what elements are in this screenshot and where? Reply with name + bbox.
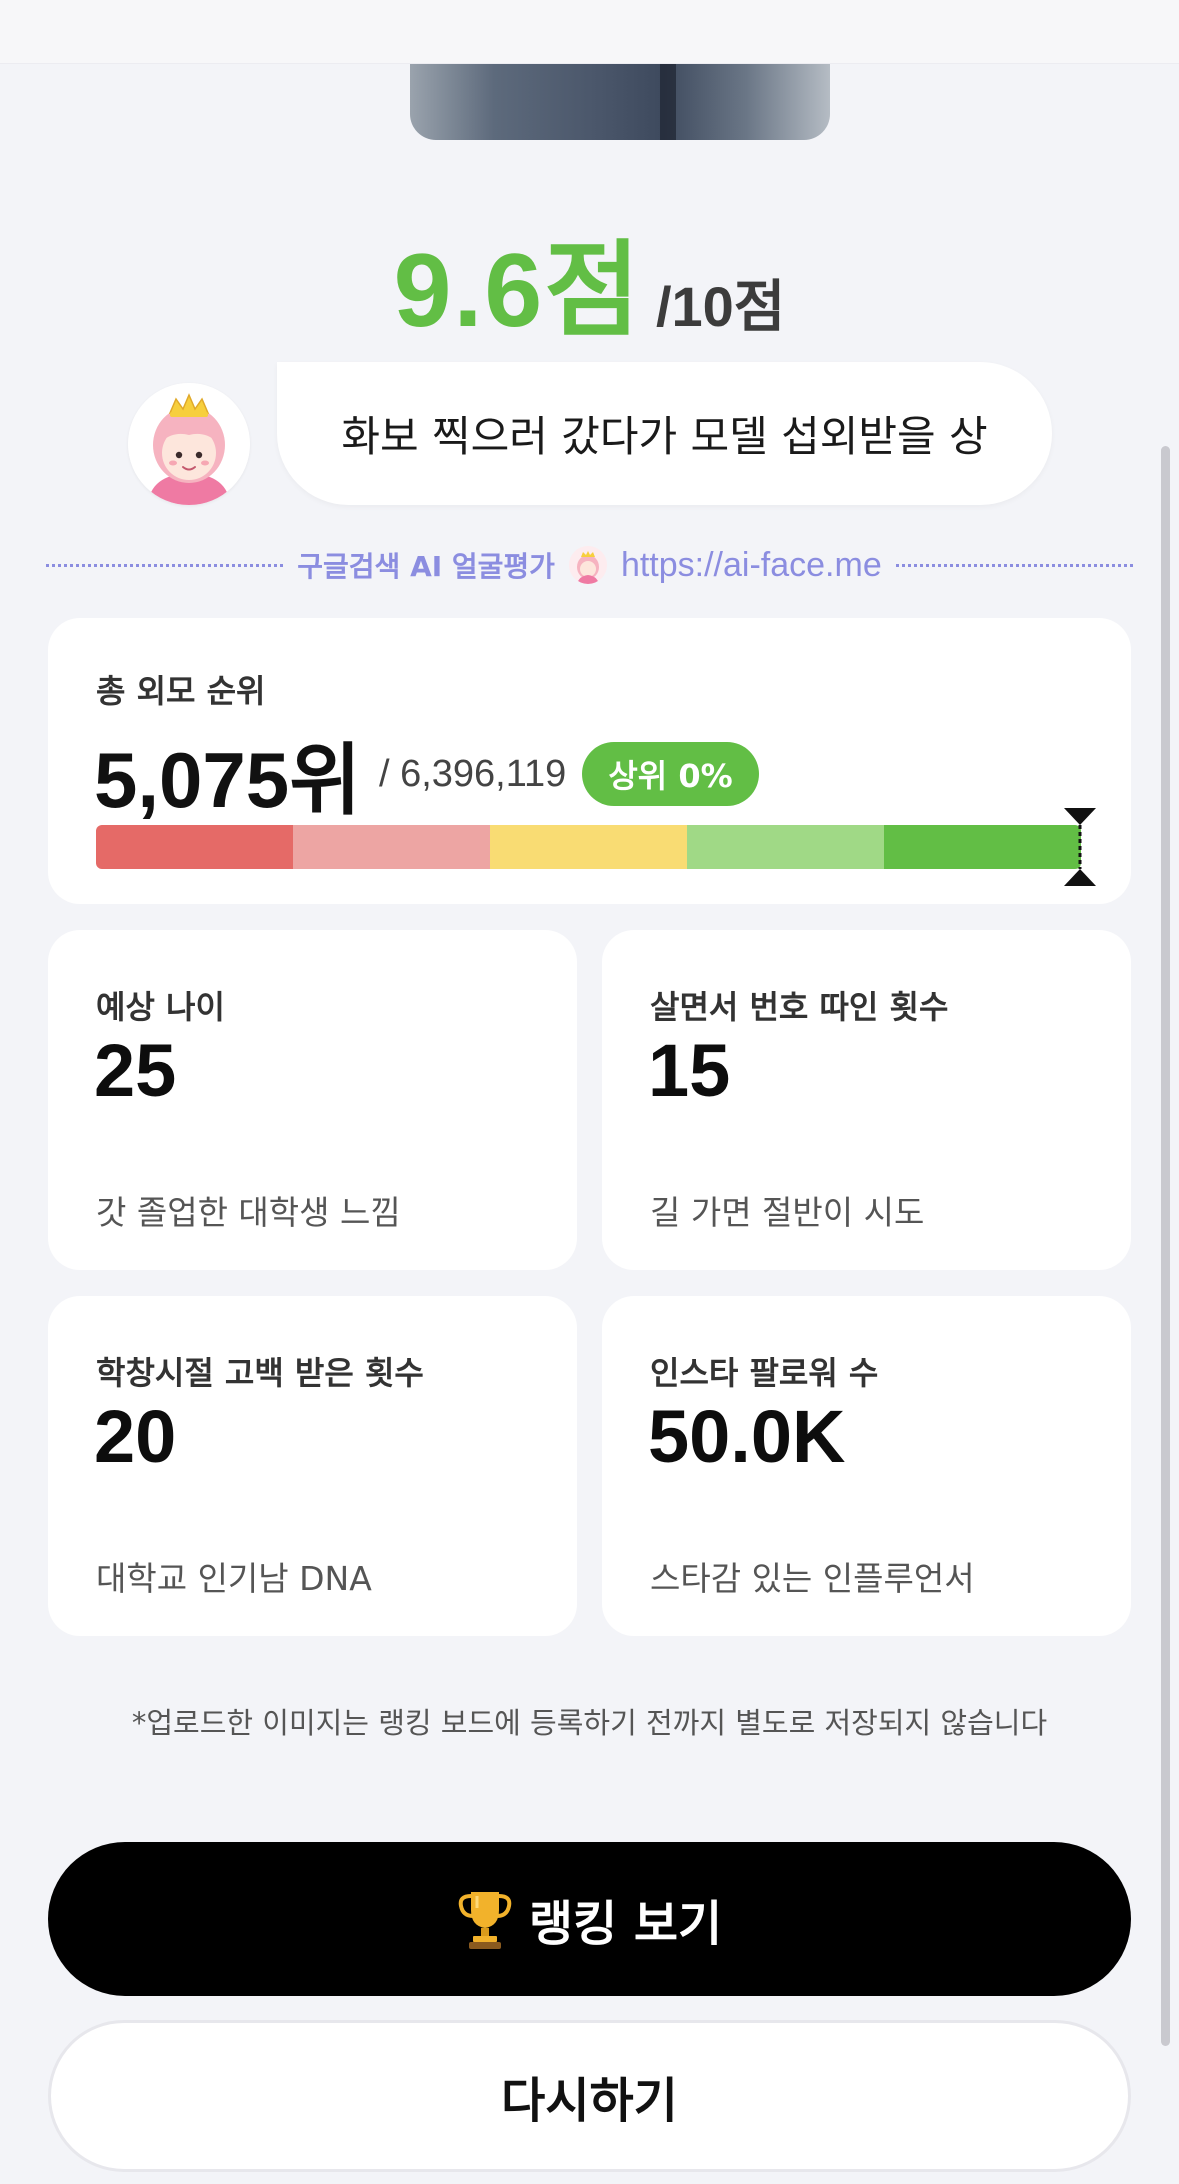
- stat-label: 학창시절 고백 받은 횟수: [96, 1354, 424, 1392]
- photo-detail: [660, 64, 676, 140]
- score-display: 9.6점/10점: [0, 205, 1179, 356]
- brand-url-link[interactable]: https://ai-face.me: [621, 546, 882, 585]
- scrollbar[interactable]: [1161, 446, 1170, 2046]
- stat-label: 인스타 팔로워 수: [650, 1354, 879, 1392]
- rank-marker-icon: [1064, 808, 1096, 886]
- divider-line-right: [895, 563, 1134, 567]
- score-value: 9.6점: [393, 233, 642, 349]
- comment-bubble: 화보 찍으러 갔다가 모델 섭외받을 상: [277, 362, 1052, 505]
- bar-segment-3: [490, 825, 687, 869]
- princess-avatar-icon: [128, 383, 250, 505]
- brand-label: 구글검색 AI 얼굴평가: [297, 550, 555, 583]
- rank-percentile-badge: 상위 0%: [582, 742, 759, 806]
- stat-desc: 스타감 있는 인플루언서: [650, 1559, 975, 1598]
- retry-button[interactable]: 다시하기: [48, 2020, 1131, 2172]
- stat-card-followers: 인스타 팔로워 수 50.0K 스타감 있는 인플루언서: [602, 1296, 1131, 1636]
- retry-label: 다시하기: [501, 2073, 678, 2129]
- bar-segment-2: [293, 825, 490, 869]
- stat-card-number-asked: 살면서 번호 따인 횟수 15 길 가면 절반이 시도: [602, 930, 1131, 1270]
- bar-segment-1: [96, 825, 293, 869]
- stat-desc: 대학교 인기남 DNA: [96, 1559, 372, 1598]
- stat-value: 25: [94, 1029, 177, 1112]
- rank-total: / 6,396,119: [378, 752, 567, 795]
- privacy-notice: *업로드한 이미지는 랭킹 보드에 등록하기 전까지 별도로 저장되지 않습니다: [131, 1706, 1048, 1740]
- stat-value: 15: [648, 1029, 731, 1112]
- brand-mini-avatar-icon: [568, 546, 607, 584]
- stat-desc: 갓 졸업한 대학생 느낌: [96, 1193, 401, 1232]
- brand-divider: 구글검색 AI 얼굴평가 https://ai-face.me: [46, 540, 1134, 590]
- bar-segment-5: [884, 825, 1081, 869]
- comment-text: 화보 찍으러 갔다가 모델 섭외받을 상: [341, 412, 988, 461]
- stat-card-age: 예상 나이 25 갓 졸업한 대학생 느낌: [48, 930, 577, 1270]
- bar-segment-4: [687, 825, 884, 869]
- rank-gradient-bar: [96, 825, 1081, 869]
- rank-card: 총 외모 순위 5,075위 / 6,396,119 상위 0%: [48, 618, 1131, 904]
- score-max: /10점: [655, 275, 786, 338]
- stat-label: 예상 나이: [96, 988, 225, 1026]
- stat-card-confessions: 학창시절 고백 받은 횟수 20 대학교 인기남 DNA: [48, 1296, 577, 1636]
- stat-value: 50.0K: [648, 1395, 846, 1478]
- rank-value: 5,075위: [94, 736, 361, 824]
- uploaded-photo: [410, 64, 830, 140]
- rank-label: 총 외모 순위: [96, 672, 266, 710]
- stat-desc: 길 가면 절반이 시도: [650, 1193, 925, 1232]
- view-ranking-button[interactable]: 랭킹 보기: [48, 1842, 1131, 1996]
- view-ranking-label: 랭킹 보기: [528, 1896, 723, 1952]
- stat-label: 살면서 번호 따인 횟수: [650, 988, 949, 1026]
- trophy-icon: [457, 1888, 513, 1950]
- top-status-bar: [0, 0, 1179, 64]
- stat-value: 20: [94, 1395, 177, 1478]
- rank-line: 5,075위 / 6,396,119 상위 0%: [94, 718, 759, 830]
- divider-line-left: [46, 563, 284, 567]
